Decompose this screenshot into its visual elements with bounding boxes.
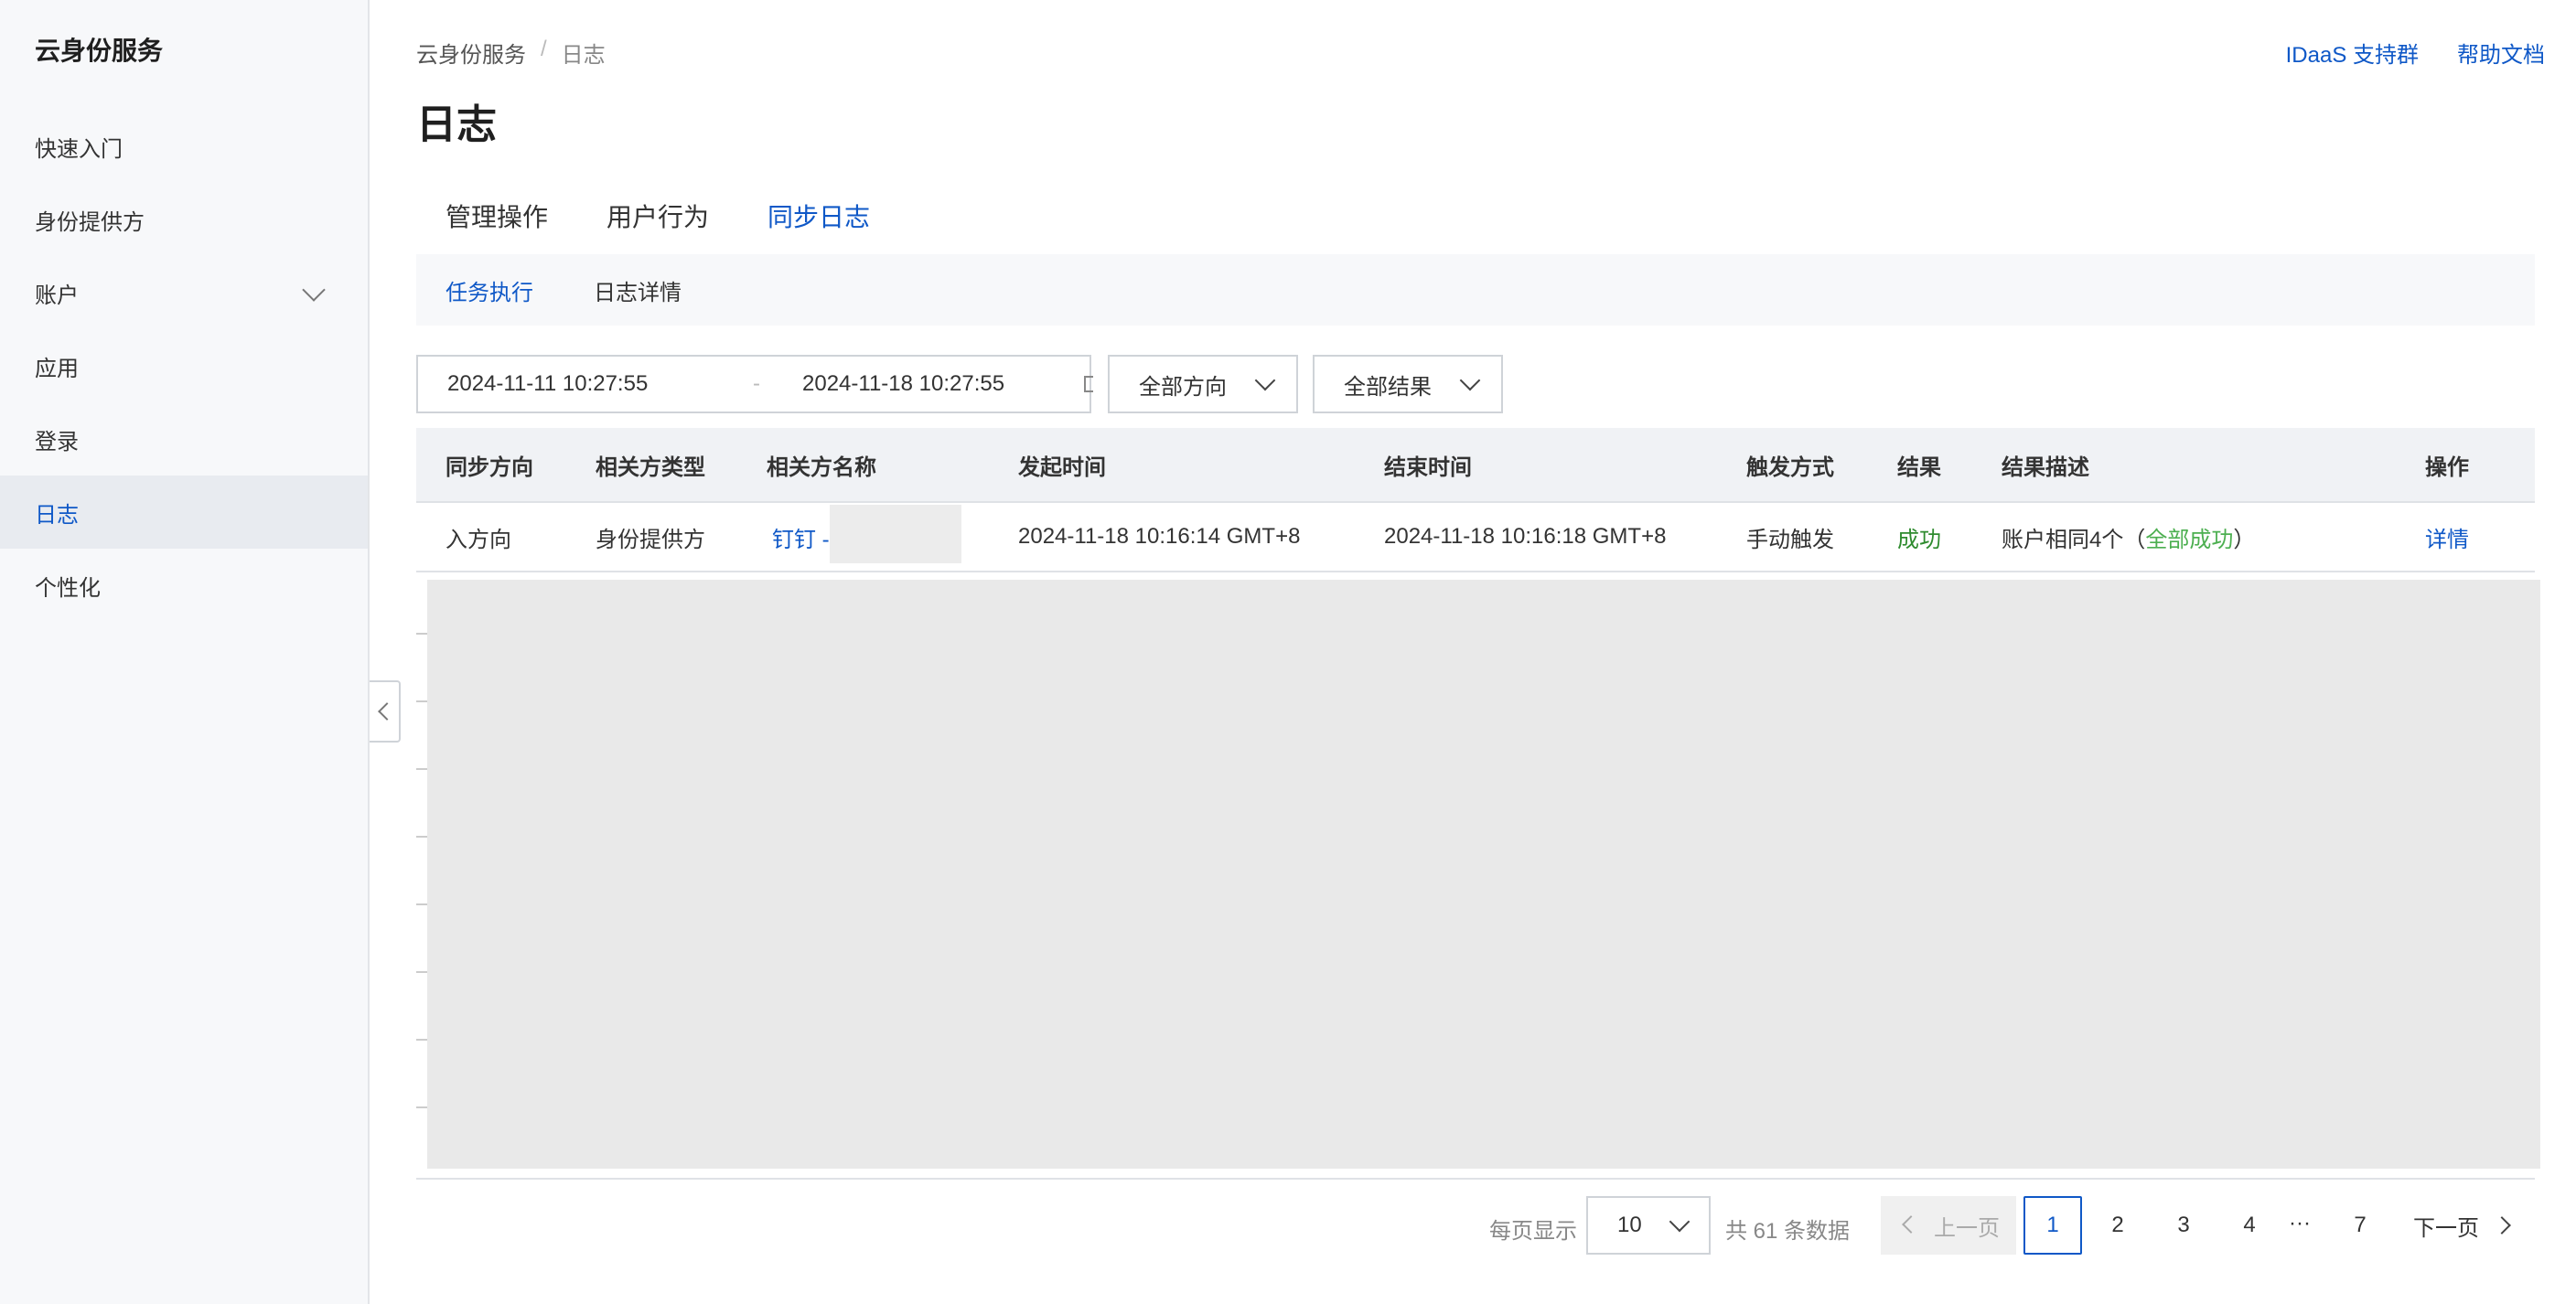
- party-name-link[interactable]: 钉钉 -: [772, 503, 830, 571]
- calendar-icon: [1084, 376, 1093, 392]
- prev-page-button[interactable]: 上一页: [1881, 1196, 2016, 1255]
- sync-log-table: 同步方向 相关方类型 相关方名称 发起时间 结束时间 触发方式 结果 结果描述 …: [416, 428, 2535, 572]
- result-select[interactable]: 全部结果: [1313, 355, 1503, 413]
- breadcrumb: 云身份服务 / 日志: [416, 37, 606, 69]
- column-header: 发起时间: [1018, 454, 1106, 480]
- page-button-3[interactable]: 3: [2154, 1196, 2213, 1255]
- tab-user-behavior[interactable]: 用户行为: [577, 179, 738, 258]
- direction-select[interactable]: 全部方向: [1108, 355, 1298, 413]
- cell-party-type: 身份提供方: [596, 527, 705, 552]
- subtab-bar: 任务执行 日志详情: [416, 254, 2535, 326]
- subtab-task-execution[interactable]: 任务执行: [445, 274, 533, 306]
- pagination: 每页显示 10 共 61 条数据 上一页 1 2 3 4 ··· 7 下一页: [1464, 1196, 2543, 1255]
- start-date-input[interactable]: 2024-11-11 10:27:55: [447, 371, 648, 397]
- result-desc-text: 账户相同4个（: [2002, 527, 2146, 552]
- column-header: 结果: [1897, 454, 1941, 480]
- chevron-left-icon: [1902, 1215, 1920, 1234]
- tab-admin-operations[interactable]: 管理操作: [416, 179, 577, 258]
- next-page-button[interactable]: 下一页: [2413, 1196, 2511, 1255]
- sidebar-item-label: 日志: [35, 502, 79, 528]
- chevron-down-icon: [1459, 369, 1481, 391]
- cell-trigger: 手动触发: [1746, 527, 1834, 552]
- column-header: 相关方名称: [767, 454, 876, 480]
- header-links: IDaaS 支持群 帮助文档: [2286, 37, 2545, 69]
- page-size-select[interactable]: 10: [1586, 1196, 1711, 1255]
- details-link[interactable]: 详情: [2425, 503, 2469, 571]
- column-header: 操作: [2425, 454, 2469, 480]
- column-header: 同步方向: [445, 454, 533, 480]
- column-header: 结束时间: [1384, 454, 1472, 480]
- sidebar-item-label: 快速入门: [35, 136, 123, 162]
- column-header: 结果描述: [2002, 454, 2089, 480]
- cell-end-time: 2024-11-18 10:16:18 GMT+8: [1384, 524, 1667, 549]
- cell-direction: 入方向: [445, 527, 511, 552]
- sidebar-item-account[interactable]: 账户: [0, 256, 368, 329]
- sidebar-collapse-button[interactable]: [370, 680, 401, 743]
- row-divider-ticks: [416, 572, 427, 1176]
- sidebar-menu: 快速入门 身份提供方 账户 应用 登录 日志 个性化: [0, 110, 368, 622]
- cell-start-time: 2024-11-18 10:16:14 GMT+8: [1018, 524, 1301, 549]
- page-button-1[interactable]: 1: [2023, 1196, 2082, 1255]
- page-title: 日志: [416, 102, 497, 147]
- direction-select-value: 全部方向: [1139, 374, 1227, 400]
- date-range-picker[interactable]: 2024-11-11 10:27:55 - 2024-11-18 10:27:5…: [416, 355, 1093, 413]
- total-count: 共 61 条数据: [1725, 1219, 1851, 1244]
- next-page-label: 下一页: [2413, 1215, 2479, 1241]
- sidebar-item-application[interactable]: 应用: [0, 329, 368, 402]
- breadcrumb-current: 日志: [561, 43, 606, 68]
- chevron-right-icon: [2493, 1216, 2511, 1235]
- sidebar-item-label: 应用: [35, 356, 79, 381]
- sidebar-item-label: 个性化: [35, 575, 101, 601]
- column-header: 相关方类型: [596, 454, 705, 480]
- redacted-area: [830, 505, 961, 563]
- chevron-down-icon: [302, 278, 326, 302]
- per-page-label: 每页显示: [1489, 1219, 1577, 1244]
- prev-page-label: 上一页: [1934, 1215, 2000, 1241]
- end-date-input[interactable]: 2024-11-18 10:27:55: [802, 371, 1004, 397]
- chevron-down-icon: [1669, 1211, 1690, 1233]
- tab-sync-logs[interactable]: 同步日志: [738, 179, 900, 260]
- column-header: 触发方式: [1746, 454, 1834, 480]
- table-header: 同步方向 相关方类型 相关方名称 发起时间 结束时间 触发方式 结果 结果描述 …: [416, 428, 2535, 503]
- sidebar-item-label: 登录: [35, 429, 79, 454]
- support-group-link[interactable]: IDaaS 支持群: [2286, 37, 2419, 69]
- tab-bar: 管理操作 用户行为 同步日志: [416, 179, 2535, 260]
- result-select-value: 全部结果: [1344, 374, 1432, 400]
- breadcrumb-separator: /: [541, 37, 547, 61]
- sidebar-item-label: 账户: [35, 283, 79, 308]
- sidebar: 云身份服务 快速入门 身份提供方 账户 应用 登录 日志 个性化: [0, 0, 370, 1304]
- result-desc-suffix: ）: [2233, 527, 2256, 552]
- chevron-down-icon: [1254, 369, 1276, 391]
- redacted-rows-area: [427, 580, 2540, 1169]
- page-button-2[interactable]: 2: [2088, 1196, 2147, 1255]
- sidebar-item-login[interactable]: 登录: [0, 402, 368, 476]
- page-button-7[interactable]: 7: [2331, 1196, 2389, 1255]
- cell-result-desc: 账户相同4个（ 全部成功）: [2002, 503, 2255, 571]
- subtab-log-details[interactable]: 日志详情: [594, 274, 682, 306]
- sidebar-title: 云身份服务: [35, 37, 164, 65]
- pagination-ellipsis: ···: [2289, 1211, 2311, 1235]
- sidebar-item-personalization[interactable]: 个性化: [0, 549, 368, 622]
- table-row: 入方向 身份提供方 钉钉 - 2024-11-18 10:16:14 GMT+8…: [416, 503, 2535, 572]
- page-button-4[interactable]: 4: [2220, 1196, 2279, 1255]
- sidebar-item-identity-provider[interactable]: 身份提供方: [0, 183, 368, 256]
- page-size-value: 10: [1617, 1213, 1642, 1237]
- result-desc-status: 全部成功: [2145, 527, 2234, 552]
- sidebar-item-quickstart[interactable]: 快速入门: [0, 110, 368, 183]
- help-docs-link[interactable]: 帮助文档: [2457, 37, 2545, 69]
- table-bottom-divider: [416, 1178, 2535, 1180]
- date-range-separator: -: [753, 371, 760, 396]
- chevron-left-icon: [378, 702, 396, 721]
- status-badge: 成功: [1897, 527, 1941, 552]
- breadcrumb-item[interactable]: 云身份服务: [416, 37, 526, 69]
- sidebar-item-logs[interactable]: 日志: [0, 476, 368, 549]
- sidebar-item-label: 身份提供方: [35, 209, 145, 235]
